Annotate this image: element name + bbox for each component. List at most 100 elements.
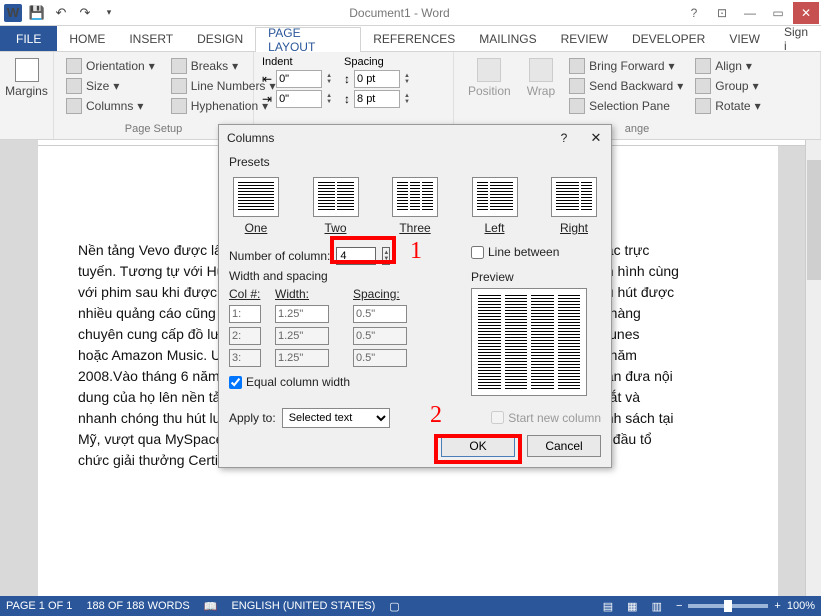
selection-pane-button[interactable]: Selection Pane — [565, 96, 687, 116]
columns-button[interactable]: Columns ▾ — [62, 96, 159, 116]
preset-left[interactable]: Left — [468, 177, 522, 235]
col2-spacing — [353, 327, 407, 345]
zoom-control[interactable]: − + 100% — [676, 600, 815, 612]
spacing-label: Spacing — [344, 56, 410, 68]
status-words[interactable]: 188 OF 188 WORDS — [86, 600, 189, 612]
doc-text-left: Nền tảng Vevo được lấy tuyến. Tương tự v… — [78, 240, 238, 471]
col1-width[interactable] — [275, 305, 329, 323]
indent-left-icon: ⇤ — [262, 72, 272, 86]
word-app-icon: W — [4, 4, 22, 22]
annotation-label-2: 2 — [430, 402, 442, 429]
window-title: Document1 - Word — [118, 6, 681, 20]
preset-right-label: Right — [547, 221, 601, 235]
zoom-value[interactable]: 100% — [787, 600, 815, 612]
spacing-before-input[interactable] — [354, 70, 400, 88]
spacing-after-icon: ↕ — [344, 92, 350, 106]
preset-one-label: One — [229, 221, 283, 235]
position-button[interactable]: Position — [462, 56, 517, 116]
spin-icon[interactable]: ▲▼ — [326, 73, 332, 85]
send-backward-button[interactable]: Send Backward ▾ — [565, 76, 687, 96]
view-web-icon[interactable]: ▥ — [652, 600, 662, 613]
status-macro-icon[interactable]: ▢ — [389, 600, 399, 613]
zoom-out-icon[interactable]: − — [676, 600, 682, 612]
preset-two[interactable]: Two — [309, 177, 363, 235]
preset-three[interactable]: Three — [388, 177, 442, 235]
qat-customize-icon[interactable]: ▾ — [100, 4, 118, 22]
line-between-label: Line between — [488, 245, 559, 259]
indent-left-input[interactable] — [276, 70, 322, 88]
signin-link[interactable]: Sign i — [772, 26, 821, 51]
col1-spacing[interactable] — [353, 305, 407, 323]
annotation-label-1: 1 — [410, 238, 422, 265]
indent-right-icon: ⇥ — [262, 92, 272, 106]
spin-icon[interactable]: ▲▼ — [404, 93, 410, 105]
doc-text-right: hạc trực ến hình cùng hu hút được a hàng… — [598, 240, 738, 450]
indent-label: Indent — [262, 56, 332, 68]
restore-button[interactable]: ▭ — [765, 2, 791, 24]
scrollbar-thumb[interactable] — [807, 160, 821, 280]
spin-icon[interactable]: ▲▼ — [326, 93, 332, 105]
width-header: Width: — [275, 287, 349, 301]
align-button[interactable]: Align ▾ — [691, 56, 764, 76]
size-button[interactable]: Size ▾ — [62, 76, 159, 96]
status-page[interactable]: PAGE 1 OF 1 — [6, 600, 72, 612]
group-button[interactable]: Group ▾ — [691, 76, 764, 96]
tab-home[interactable]: HOME — [57, 26, 117, 51]
num-columns-input[interactable] — [336, 247, 376, 265]
preset-right[interactable]: Right — [547, 177, 601, 235]
tab-review[interactable]: REVIEW — [549, 26, 620, 51]
status-language[interactable]: ENGLISH (UNITED STATES) — [231, 600, 375, 612]
dialog-close-icon[interactable]: ✕ — [589, 130, 603, 146]
zoom-slider[interactable] — [688, 604, 768, 608]
tab-view[interactable]: VIEW — [717, 26, 772, 51]
start-new-column-label: Start new column — [508, 411, 601, 425]
ribbon-options-icon[interactable]: ⊡ — [709, 2, 735, 24]
margins-button[interactable]: Margins — [8, 56, 45, 100]
cancel-button[interactable]: Cancel — [527, 435, 601, 457]
tab-file[interactable]: FILE — [0, 26, 57, 51]
view-print-icon[interactable]: ▦ — [627, 600, 637, 613]
orientation-button[interactable]: Orientation ▾ — [62, 56, 159, 76]
tab-page-layout[interactable]: PAGE LAYOUT — [255, 27, 361, 52]
spacing-header: Spacing: — [353, 287, 427, 301]
help-icon[interactable]: ? — [681, 2, 707, 24]
equal-width-checkbox[interactable] — [229, 376, 242, 389]
dialog-help-icon[interactable]: ? — [557, 131, 571, 145]
close-button[interactable]: ✕ — [793, 2, 819, 24]
bring-forward-button[interactable]: Bring Forward ▾ — [565, 56, 687, 76]
col2-num — [229, 327, 261, 345]
qat-save-icon[interactable]: 💾 — [28, 4, 46, 22]
ok-button[interactable]: OK — [441, 435, 515, 457]
dialog-titlebar[interactable]: Columns ? ✕ — [219, 125, 611, 151]
preset-left-label: Left — [468, 221, 522, 235]
col1-num[interactable] — [229, 305, 261, 323]
tab-mailings[interactable]: MAILINGS — [467, 26, 548, 51]
group-label: Group — [715, 79, 748, 93]
wrap-text-button[interactable]: Wrap — [521, 56, 561, 116]
line-between-checkbox[interactable] — [471, 246, 484, 259]
status-proofing-icon[interactable]: 📖 — [204, 600, 218, 613]
indent-right-input[interactable] — [276, 90, 322, 108]
tab-insert[interactable]: INSERT — [117, 26, 185, 51]
rotate-button[interactable]: Rotate ▾ — [691, 96, 764, 116]
apply-to-select[interactable]: Selected text — [282, 408, 390, 428]
qat-undo-icon[interactable]: ↶ — [52, 4, 70, 22]
spin-icon[interactable]: ▲▼ — [404, 73, 410, 85]
view-read-icon[interactable]: ▤ — [603, 600, 613, 613]
spacing-after-input[interactable] — [354, 90, 400, 108]
num-columns-spinner[interactable]: ▲▼ — [382, 247, 390, 265]
columns-dialog: Columns ? ✕ Presets One Two Three Left R… — [218, 124, 612, 468]
align-label: Align — [715, 59, 742, 73]
num-columns-label: Number of column: — [229, 249, 330, 263]
col3-width — [275, 349, 329, 367]
qat-redo-icon[interactable]: ↷ — [76, 4, 94, 22]
minimize-button[interactable]: — — [737, 2, 763, 24]
equal-width-label: Equal column width — [246, 375, 350, 389]
tab-developer[interactable]: DEVELOPER — [620, 26, 717, 51]
tab-references[interactable]: REFERENCES — [361, 26, 467, 51]
zoom-in-icon[interactable]: + — [774, 600, 780, 612]
preset-one[interactable]: One — [229, 177, 283, 235]
preset-three-label: Three — [388, 221, 442, 235]
tab-design[interactable]: DESIGN — [185, 26, 255, 51]
vertical-scrollbar[interactable] — [805, 140, 821, 596]
